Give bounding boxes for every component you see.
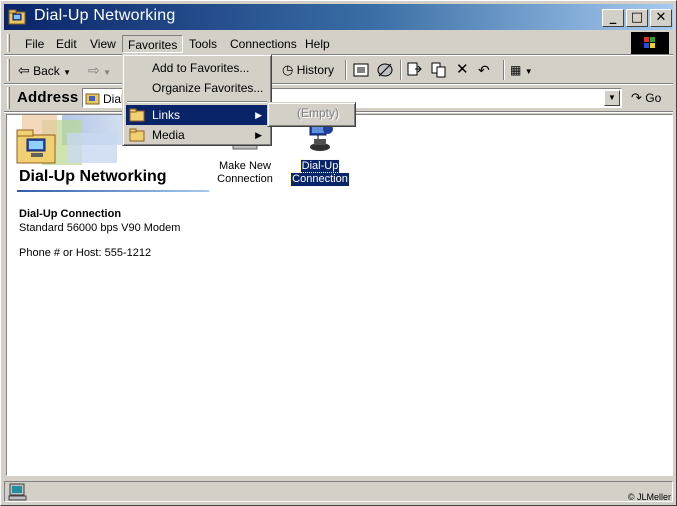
make-new-connection-label-2: Connection bbox=[217, 173, 273, 185]
window-title: Dial-Up Networking bbox=[34, 7, 176, 24]
windows-logo-icon bbox=[631, 32, 669, 54]
disconnect-drive-icon bbox=[377, 63, 393, 77]
go-label: Go bbox=[645, 91, 662, 105]
status-cell bbox=[4, 481, 673, 502]
title-bar[interactable]: Dial-Up Networking _ □ ✕ bbox=[4, 4, 673, 30]
undo-icon: ↶ bbox=[478, 62, 490, 78]
close-button[interactable]: ✕ bbox=[650, 9, 672, 27]
menubar-grip[interactable] bbox=[7, 34, 10, 52]
menu-tools-label: Tools bbox=[189, 37, 218, 51]
back-button[interactable]: ⇦ Back ▼ bbox=[18, 59, 71, 81]
toolbar-separator-3 bbox=[503, 60, 505, 80]
move-to-button[interactable] bbox=[405, 59, 423, 81]
forward-dropdown-icon: ▼ bbox=[103, 68, 111, 77]
dial-up-connection-label-2: Connection bbox=[290, 172, 350, 187]
pane-title: Dial-Up Networking bbox=[19, 168, 167, 185]
pane-title-rule bbox=[17, 190, 209, 192]
links-label: Links bbox=[152, 108, 181, 122]
undo-button[interactable]: ↶ bbox=[478, 59, 490, 81]
standard-toolbar: ⇦ Back ▼ ⇨ ▼ ◷ History ✕ ↶ ▦ ▼ bbox=[4, 56, 673, 83]
minimize-button[interactable]: _ bbox=[602, 9, 624, 27]
history-label: History bbox=[296, 63, 335, 77]
maximize-button[interactable]: □ bbox=[626, 9, 648, 27]
views-icon: ▦ bbox=[510, 63, 522, 77]
credit-text: © JLMeller bbox=[627, 492, 671, 502]
selected-item-modem: Standard 56000 bps V90 Modem bbox=[19, 222, 181, 234]
go-arrow-icon: ↷ bbox=[631, 90, 642, 105]
address-folder-icon bbox=[85, 93, 100, 105]
dial-up-connection-label-1: Dial-Up bbox=[299, 159, 341, 174]
views-dropdown-icon: ▼ bbox=[524, 67, 533, 76]
links-submenu-arrow-icon: ▶ bbox=[255, 110, 262, 120]
add-to-favorites-label: Add to Favorites... bbox=[152, 61, 250, 75]
menu-edit-label: Edit bbox=[56, 37, 77, 51]
map-drive-button[interactable] bbox=[352, 59, 370, 81]
dial-up-folder-large-icon bbox=[16, 129, 56, 164]
folder-content[interactable]: Dial-Up Networking Dial-Up Connection St… bbox=[6, 114, 673, 476]
explorer-window: Dial-Up Networking _ □ ✕ File Edit View … bbox=[0, 0, 677, 506]
menu-help[interactable]: Help bbox=[300, 35, 335, 53]
favorites-menu: Add to Favorites... Organize Favorites..… bbox=[122, 54, 272, 146]
history-icon: ◷ bbox=[282, 62, 294, 77]
media-label: Media bbox=[152, 128, 185, 142]
selected-item-phone: Phone # or Host: 555-1212 bbox=[19, 247, 152, 259]
addressbar-grip[interactable] bbox=[7, 87, 10, 109]
menu-help-label: Help bbox=[305, 37, 330, 51]
history-button[interactable]: ◷ History bbox=[282, 59, 334, 81]
make-new-connection-label-1: Make New bbox=[219, 160, 271, 172]
move-to-icon bbox=[407, 62, 422, 76]
status-bar: © JLMeller bbox=[4, 479, 673, 503]
menu-bar: File Edit View Favorites Tools Connectio… bbox=[4, 32, 673, 54]
menu-tools[interactable]: Tools bbox=[184, 35, 222, 53]
back-arrow-icon: ⇦ bbox=[18, 62, 30, 78]
menu-edit[interactable]: Edit bbox=[51, 35, 82, 53]
links-item[interactable]: Links ▶ bbox=[126, 105, 268, 125]
delete-icon: ✕ bbox=[456, 61, 469, 78]
address-value: Dial bbox=[103, 92, 124, 106]
back-label: Back bbox=[33, 64, 60, 78]
links-folder-icon bbox=[129, 108, 145, 122]
toolbar-grip[interactable] bbox=[7, 59, 10, 81]
go-button[interactable]: ↷ Go bbox=[631, 88, 661, 108]
dial-up-connection-icon-item[interactable]: Dial-Up Connection bbox=[280, 121, 360, 187]
address-dropdown-button[interactable]: ▼ bbox=[604, 90, 620, 106]
links-submenu: (Empty) bbox=[267, 102, 356, 127]
copy-to-button[interactable] bbox=[430, 59, 448, 81]
dial-up-folder-icon bbox=[8, 9, 26, 25]
media-submenu-arrow-icon: ▶ bbox=[255, 130, 262, 140]
menu-view[interactable]: View bbox=[85, 35, 121, 53]
disconnect-drive-button[interactable] bbox=[376, 59, 394, 81]
menu-connections-label: Connections bbox=[230, 37, 297, 51]
views-button[interactable]: ▦ ▼ bbox=[510, 59, 533, 81]
copy-to-icon bbox=[431, 62, 446, 78]
selected-item-title: Dial-Up Connection bbox=[19, 208, 122, 220]
add-to-favorites-item[interactable]: Add to Favorites... bbox=[126, 58, 268, 78]
media-folder-icon bbox=[129, 128, 145, 142]
computer-icon bbox=[8, 483, 27, 501]
media-item[interactable]: Media ▶ bbox=[126, 125, 268, 145]
forward-arrow-icon: ⇨ bbox=[88, 62, 100, 78]
organize-favorites-item[interactable]: Organize Favorites... bbox=[126, 78, 268, 98]
menu-view-label: View bbox=[90, 37, 116, 51]
menu-connections[interactable]: Connections bbox=[225, 35, 302, 53]
back-dropdown-icon: ▼ bbox=[63, 68, 72, 77]
toolbar-separator-2 bbox=[400, 60, 402, 80]
menu-favorites[interactable]: Favorites bbox=[122, 35, 184, 53]
menu-favorites-label: Favorites bbox=[128, 38, 178, 52]
delete-button[interactable]: ✕ bbox=[456, 59, 469, 81]
links-empty-item[interactable]: (Empty) bbox=[297, 106, 339, 120]
menu-file[interactable]: File bbox=[20, 35, 49, 53]
map-drive-icon bbox=[353, 63, 369, 77]
menu-file-label: File bbox=[25, 37, 45, 51]
address-label: Address bbox=[17, 89, 79, 106]
forward-button[interactable]: ⇨ ▼ bbox=[88, 59, 111, 81]
organize-favorites-label: Organize Favorites... bbox=[152, 81, 264, 95]
favorites-menu-separator bbox=[127, 101, 267, 103]
toolbar-separator bbox=[345, 60, 347, 80]
